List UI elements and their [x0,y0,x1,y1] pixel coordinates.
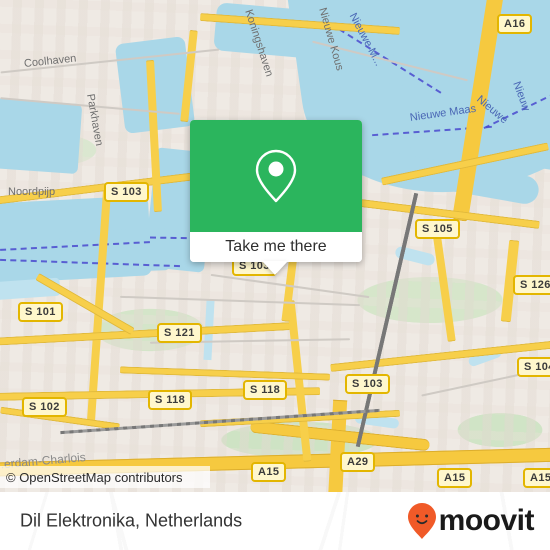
map-attribution-text: © OpenStreetMap contributors [6,469,183,485]
take-me-there-label: Take me there [225,238,327,255]
shield-s118-west[interactable]: S 118 [148,390,193,410]
shield-a15-sw[interactable]: A15 [251,462,287,482]
map-screen: Coolhaven Parkhaven Nieuwe Maas Nieuwe M… [0,0,550,550]
shield-a29[interactable]: A29 [340,452,376,472]
footer-bar: Dil Elektronika, Netherlands moovit [0,492,550,550]
moovit-pin-icon [407,503,436,539]
shield-s121[interactable]: S 121 [157,323,202,343]
location-popup-card[interactable]: Take me there [190,120,362,262]
shield-a15-s[interactable]: A15 [437,468,473,488]
shield-s101[interactable]: S 101 [18,302,63,322]
take-me-there-button[interactable]: Take me there [190,232,362,262]
map-attribution[interactable]: © OpenStreetMap contributors [0,466,210,488]
map-pin-icon [255,149,297,203]
shield-s118-mid[interactable]: S 118 [243,380,288,400]
water-harbor-west [0,95,83,175]
place-name: Dil Elektronika, Netherlands [20,510,243,531]
popup-pointer-tail [262,261,288,275]
shield-a15-se[interactable]: A15 [523,468,550,488]
shield-s103-se[interactable]: S 103 [345,374,390,394]
moovit-wordmark: moovit [438,504,535,537]
shield-s126[interactable]: S 126 [513,275,550,295]
popup-icon-area [190,120,362,232]
map-label-noordpijp: Noordpijp [8,186,56,198]
shield-s105[interactable]: S 105 [415,219,460,239]
shield-s103-nw[interactable]: S 103 [104,182,149,202]
shield-s102[interactable]: S 102 [22,397,67,417]
water-harbor-sw [59,228,171,274]
shield-s104[interactable]: S 104 [517,357,550,377]
moovit-logo[interactable]: moovit [407,502,535,540]
